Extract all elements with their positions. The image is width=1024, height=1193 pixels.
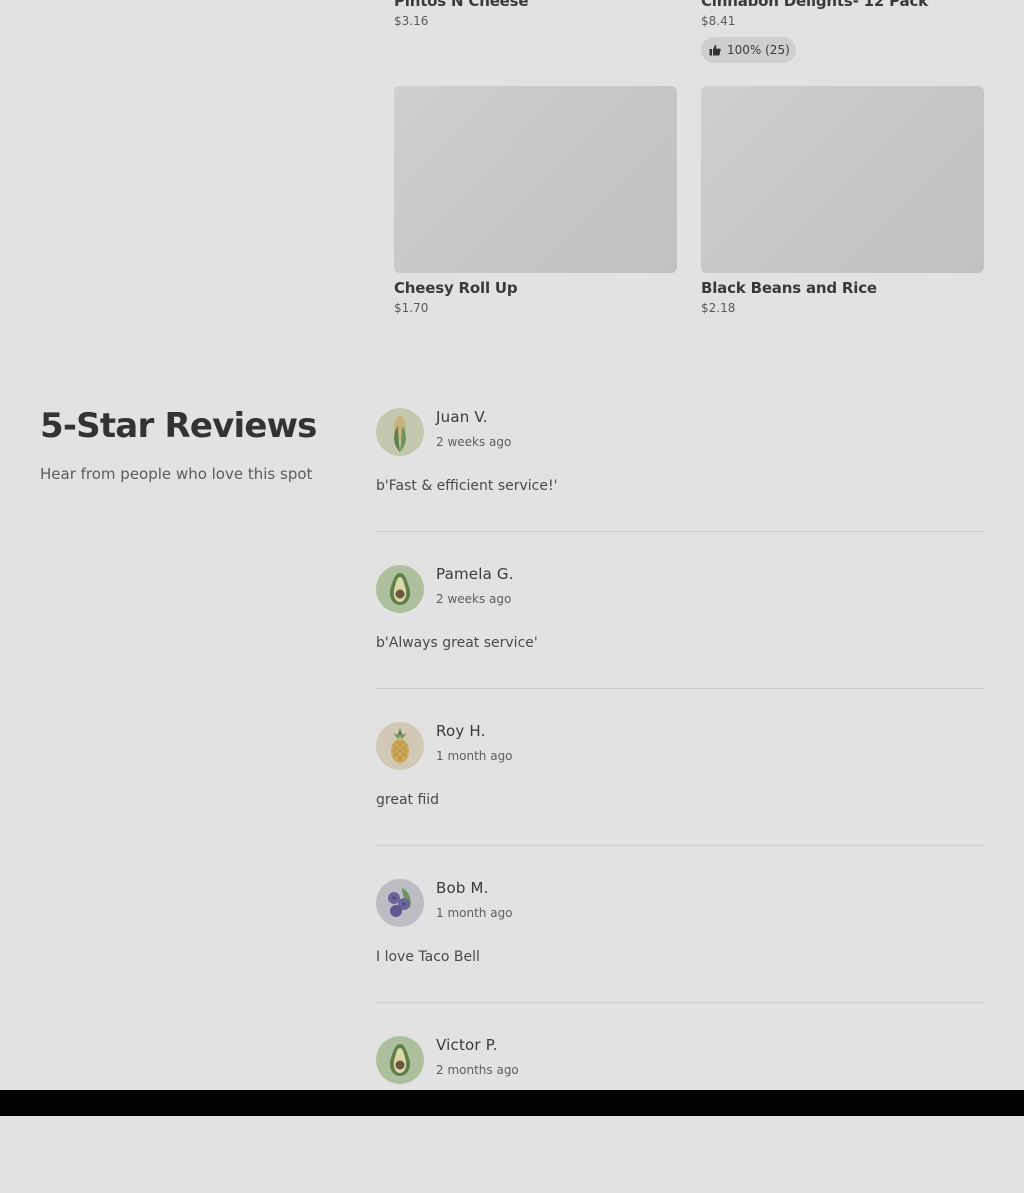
reviewer-name: Victor P. <box>436 1036 498 1054</box>
reviewer-name: Bob M. <box>436 879 489 897</box>
avocado-icon <box>390 1044 410 1076</box>
review-date: 2 weeks ago <box>436 592 512 606</box>
reviews-title: 5-Star Reviews <box>40 406 317 446</box>
product-card-pintos[interactable]: Pintos N Cheese $3.16 <box>394 0 677 28</box>
avatar <box>376 408 424 456</box>
reviewer-name: Juan V. <box>436 408 488 426</box>
review-item: Juan V. 2 weeks ago b'Fast & efficient s… <box>376 408 984 565</box>
divider <box>376 688 984 689</box>
avocado-icon <box>390 573 410 605</box>
product-price: $3.16 <box>394 14 429 28</box>
product-card-cinnabon[interactable]: Cinnabon Delights- 12 Pack $8.41 <box>701 0 984 28</box>
review-text: b'Always great service' <box>376 635 538 651</box>
thumbs-up-icon <box>709 44 721 56</box>
product-price: $8.41 <box>701 14 736 28</box>
avatar <box>376 879 424 927</box>
product-price: $2.18 <box>701 301 736 315</box>
divider <box>376 531 984 532</box>
product-image <box>701 86 984 273</box>
rating-text: 100% (25) <box>727 43 790 57</box>
review-item: Pamela G. 2 weeks ago b'Always great ser… <box>376 565 984 722</box>
reviews-subtitle: Hear from people who love this spot <box>40 465 313 483</box>
product-name: Pintos N Cheese <box>394 0 529 10</box>
divider <box>376 1002 984 1003</box>
corn-icon <box>394 416 406 452</box>
avatar <box>376 565 424 613</box>
avatar <box>376 722 424 770</box>
product-image <box>394 86 677 273</box>
reviewer-name: Pamela G. <box>436 565 514 583</box>
divider <box>376 845 984 846</box>
review-text: I love Taco Bell <box>376 949 480 965</box>
blueberry-icon <box>388 888 411 917</box>
review-text: b'Fast & efficient service!' <box>376 478 558 494</box>
product-name: Cheesy Roll Up <box>394 279 518 297</box>
product-card-cheesy-roll-up[interactable]: Cheesy Roll Up $1.70 <box>394 86 677 315</box>
pineapple-icon <box>391 728 409 763</box>
avatar <box>376 1036 424 1084</box>
review-item: Bob M. 1 month ago I love Taco Bell <box>376 879 984 1036</box>
review-item: Roy H. 1 month ago great fiid <box>376 722 984 879</box>
product-card-black-beans-rice[interactable]: Black Beans and Rice $2.18 <box>701 86 984 315</box>
reviewer-name: Roy H. <box>436 722 486 740</box>
review-text: great fiid <box>376 792 440 808</box>
review-date: 1 month ago <box>436 749 513 763</box>
product-name: Cinnabon Delights- 12 Pack <box>701 0 928 10</box>
product-price: $1.70 <box>394 301 429 315</box>
rating-badge: 100% (25) <box>701 37 796 63</box>
review-date: 2 months ago <box>436 1063 519 1077</box>
review-date: 1 month ago <box>436 906 513 920</box>
store-page: Pintos N Cheese $3.16 Cinnabon Delights-… <box>0 0 1024 1116</box>
product-name: Black Beans and Rice <box>701 279 877 297</box>
bottom-bar <box>0 1090 1024 1116</box>
review-date: 2 weeks ago <box>436 435 512 449</box>
